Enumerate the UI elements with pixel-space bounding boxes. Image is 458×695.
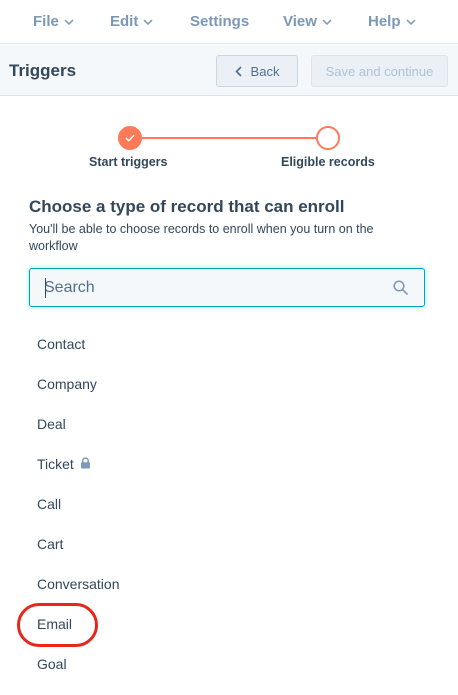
- record-type-call[interactable]: Call: [37, 496, 61, 512]
- menu-file[interactable]: File: [33, 13, 74, 30]
- step-upcoming-indicator: [316, 126, 340, 150]
- record-type-deal[interactable]: Deal: [37, 416, 66, 432]
- section-title: Choose a type of record that can enroll: [29, 197, 345, 216]
- menu-view[interactable]: View: [283, 13, 332, 30]
- menu-bar: File Edit Settings View Help: [0, 0, 458, 44]
- record-type-label: Deal: [37, 416, 66, 432]
- menu-settings-label: Settings: [190, 13, 250, 30]
- save-and-continue-button[interactable]: Save and continue: [311, 55, 448, 87]
- text-cursor: [45, 278, 46, 298]
- record-type-email[interactable]: Email: [37, 616, 72, 632]
- record-type-label: Email: [37, 616, 73, 632]
- record-type-label: Contact: [37, 336, 86, 352]
- chevron-down-icon: [64, 18, 74, 25]
- chevron-down-icon: [143, 18, 153, 25]
- menu-view-label: View: [283, 13, 317, 30]
- search-icon[interactable]: [393, 280, 408, 295]
- page-title: Triggers: [9, 61, 77, 80]
- panel-header: Triggers Back Save and continue: [0, 45, 458, 96]
- menu-settings[interactable]: Settings: [190, 13, 249, 30]
- record-type-cart[interactable]: Cart: [37, 536, 63, 552]
- menu-edit-label: Edit: [110, 13, 139, 30]
- chevron-down-icon: [405, 18, 416, 25]
- section-description: You'll be able to choose records to enro…: [29, 222, 374, 253]
- menu-help-label: Help: [368, 13, 401, 30]
- record-type-label: Goal: [37, 656, 67, 672]
- record-type-conversation[interactable]: Conversation: [37, 576, 120, 592]
- step-label-eligible-records: Eligible records: [281, 155, 375, 169]
- record-type-label: Conversation: [37, 576, 120, 592]
- record-type-company[interactable]: Company: [37, 376, 97, 392]
- record-type-label: Cart: [37, 536, 64, 552]
- search-input[interactable]: [44, 277, 384, 299]
- record-type-goal[interactable]: Goal: [37, 656, 67, 672]
- menu-edit[interactable]: Edit: [110, 13, 153, 30]
- step-complete-indicator: [118, 126, 142, 150]
- chevron-down-icon: [322, 18, 332, 25]
- stepper-connector: [140, 137, 317, 139]
- record-type-contact[interactable]: Contact: [37, 336, 85, 352]
- chevron-left-icon: [234, 65, 242, 77]
- menu-file-label: File: [33, 13, 59, 30]
- search-field[interactable]: [29, 268, 425, 307]
- record-type-label: Ticket: [37, 456, 74, 472]
- record-type-label: Call: [37, 496, 62, 512]
- back-button-label: Back: [250, 63, 280, 79]
- record-type-ticket[interactable]: Ticket: [37, 456, 91, 472]
- save-button-label: Save and continue: [325, 63, 434, 79]
- back-button[interactable]: Back: [216, 55, 298, 87]
- menu-help[interactable]: Help: [368, 13, 416, 30]
- step-label-start-triggers: Start triggers: [89, 155, 168, 169]
- record-type-label: Company: [37, 376, 97, 392]
- lock-icon: [80, 457, 90, 469]
- progress-stepper: Start triggers Eligible records: [0, 96, 458, 186]
- checkmark-icon: [125, 134, 135, 142]
